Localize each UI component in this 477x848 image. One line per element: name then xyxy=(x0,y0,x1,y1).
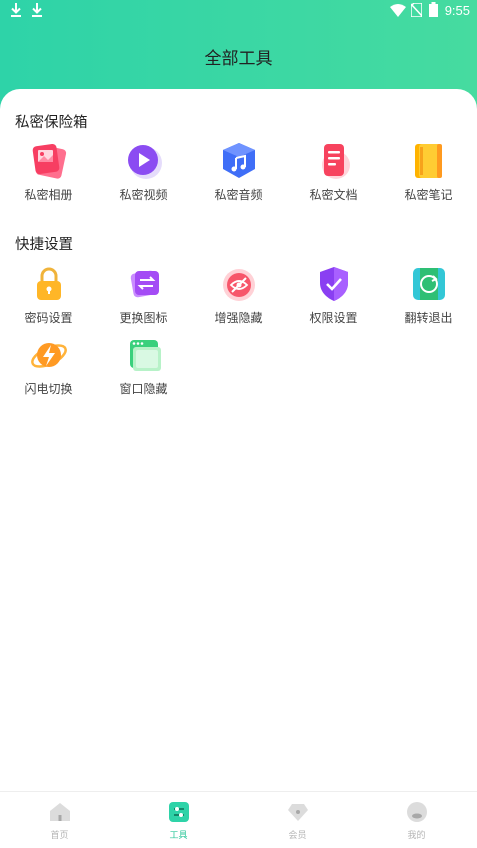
tool-label: 私密音频 xyxy=(214,188,263,202)
photo-album-icon xyxy=(32,143,67,179)
download-icon xyxy=(32,3,42,17)
tool-label: 翻转退出 xyxy=(404,311,453,325)
profile-icon xyxy=(407,802,427,822)
tool-flip-exit[interactable]: 翻转退出 xyxy=(381,264,476,334)
window-icon xyxy=(130,340,161,371)
tab-label: 我的 xyxy=(407,831,426,841)
section-title-quick-settings: 快捷设置 xyxy=(15,237,73,253)
tab-membership[interactable]: 会员 xyxy=(238,792,357,848)
swap-icon xyxy=(130,270,159,298)
tab-home[interactable]: 首页 xyxy=(0,792,119,848)
tool-label: 密码设置 xyxy=(24,311,73,325)
tab-tools[interactable]: 工具 xyxy=(119,792,238,848)
shield-check-icon xyxy=(320,267,348,301)
download-icon xyxy=(11,3,21,17)
battery-icon xyxy=(429,2,438,17)
tool-label: 更换图标 xyxy=(119,311,168,325)
tool-private-album[interactable]: 私密相册 xyxy=(1,141,96,211)
tab-profile[interactable]: 我的 xyxy=(357,792,476,848)
tab-label: 首页 xyxy=(50,831,69,841)
tool-private-notes[interactable]: 私密笔记 xyxy=(381,141,476,211)
tool-label: 私密视频 xyxy=(119,188,168,202)
tool-enhanced-hiding[interactable]: 增强隐藏 xyxy=(191,264,286,334)
tab-label: 工具 xyxy=(169,831,188,841)
tools-panel: 私密保险箱 私密相册 私密视频 私密音频 私密文档 私密笔记 快捷设置 密码设置… xyxy=(0,89,477,791)
lock-icon xyxy=(37,267,61,300)
hidden-eye-icon xyxy=(223,269,255,301)
status-bar: 9:55 xyxy=(0,0,477,22)
tool-window-hiding[interactable]: 窗口隐藏 xyxy=(96,335,191,405)
notebook-icon xyxy=(415,144,442,178)
status-time: 9:55 xyxy=(444,3,470,18)
tool-label: 权限设置 xyxy=(309,311,358,325)
tool-label: 私密相册 xyxy=(24,188,73,202)
lightning-icon xyxy=(31,343,67,368)
tool-password-settings[interactable]: 密码设置 xyxy=(1,264,96,334)
tool-permission-settings[interactable]: 权限设置 xyxy=(286,264,381,334)
tool-label: 窗口隐藏 xyxy=(119,382,168,396)
audio-icon xyxy=(223,143,255,178)
section-title-vault: 私密保险箱 xyxy=(15,115,88,131)
flip-icon xyxy=(413,268,445,300)
tool-label: 闪电切换 xyxy=(24,382,73,396)
tool-lightning-switch[interactable]: 闪电切换 xyxy=(1,335,96,405)
tool-change-icon[interactable]: 更换图标 xyxy=(96,264,191,334)
document-icon xyxy=(322,144,350,179)
tool-private-document[interactable]: 私密文档 xyxy=(286,141,381,211)
home-icon xyxy=(50,803,70,821)
diamond-icon xyxy=(288,804,308,821)
no-sim-icon xyxy=(411,3,422,17)
tool-private-audio[interactable]: 私密音频 xyxy=(191,141,286,211)
tool-label: 私密笔记 xyxy=(404,188,453,202)
page-title: 全部工具 xyxy=(204,49,273,69)
tool-private-video[interactable]: 私密视频 xyxy=(96,141,191,211)
tab-label: 会员 xyxy=(288,831,307,841)
tools-icon xyxy=(169,802,189,822)
wifi-icon xyxy=(390,4,406,17)
tool-label: 增强隐藏 xyxy=(214,311,263,325)
tool-label: 私密文档 xyxy=(309,188,358,202)
bottom-tab-bar: 首页 工具 会员 我的 xyxy=(0,791,477,848)
video-icon xyxy=(128,145,162,179)
